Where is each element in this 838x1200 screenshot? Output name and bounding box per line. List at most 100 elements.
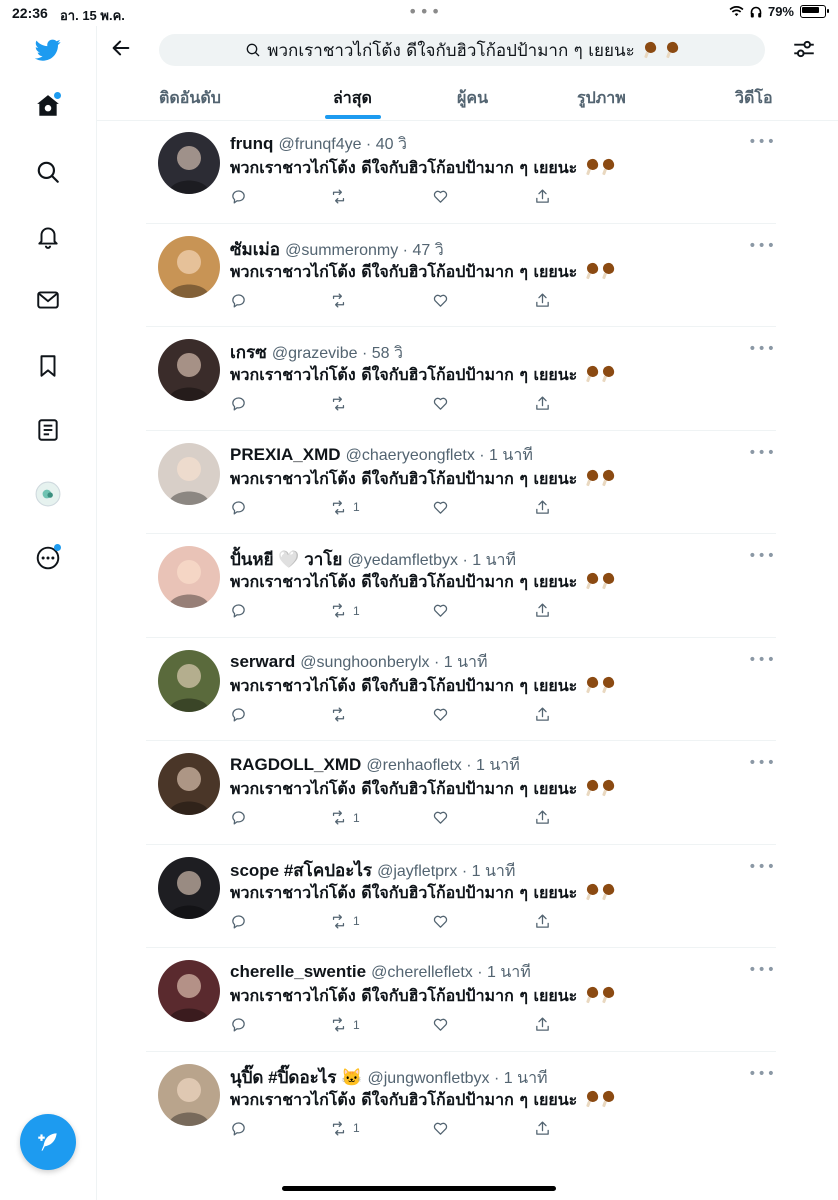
- search-filter-icon[interactable]: [791, 36, 821, 66]
- tab-photos[interactable]: รูปภาพ: [577, 86, 626, 111]
- retweet-button[interactable]: 1: [330, 1016, 360, 1033]
- avatar[interactable]: [158, 753, 220, 815]
- more-dots-icon[interactable]: •••: [748, 134, 776, 150]
- tweet[interactable]: serward @sunghoonberylx · 1 นาที ••• พวก…: [146, 638, 776, 741]
- retweet-button[interactable]: [330, 706, 353, 723]
- like-button[interactable]: [432, 1120, 449, 1137]
- like-button[interactable]: [432, 1016, 449, 1033]
- user-handle[interactable]: @yedamfletbyx: [347, 552, 458, 569]
- timestamp[interactable]: 1 นาที: [504, 1070, 548, 1087]
- timestamp[interactable]: 1 นาที: [476, 757, 520, 774]
- like-button[interactable]: [432, 913, 449, 930]
- multitask-dots-icon[interactable]: •••: [408, 2, 442, 21]
- timestamp[interactable]: 40 วิ: [376, 136, 407, 153]
- tweet[interactable]: นุปิ๊ด #ปิ๊ดอะไร 🐱 @jungwonfletbyx · 1 น…: [146, 1052, 776, 1155]
- reply-button[interactable]: [230, 395, 247, 412]
- display-name[interactable]: นุปิ๊ด #ปิ๊ดอะไร 🐱: [230, 1068, 362, 1087]
- retweet-button[interactable]: [330, 292, 353, 309]
- avatar[interactable]: [158, 546, 220, 608]
- like-button[interactable]: [432, 809, 449, 826]
- retweet-button[interactable]: 1: [330, 602, 360, 619]
- avatar[interactable]: [158, 960, 220, 1022]
- like-button[interactable]: [432, 395, 449, 412]
- retweet-button[interactable]: [330, 188, 353, 205]
- user-handle[interactable]: @frunqf4ye: [279, 136, 362, 153]
- reply-button[interactable]: [230, 602, 247, 619]
- retweet-button[interactable]: 1: [330, 1120, 360, 1137]
- more-dots-icon[interactable]: •••: [748, 341, 776, 357]
- twitter-logo-icon[interactable]: [30, 32, 66, 68]
- display-name[interactable]: PREXIA_XMD: [230, 445, 341, 464]
- reply-button[interactable]: [230, 1120, 247, 1137]
- like-button[interactable]: [432, 292, 449, 309]
- retweet-button[interactable]: 1: [330, 499, 360, 516]
- more-dots-icon[interactable]: •••: [748, 962, 776, 978]
- user-handle[interactable]: @chaeryeongfletx: [346, 447, 475, 464]
- user-handle[interactable]: @cherellefletx: [371, 964, 473, 981]
- tweet[interactable]: cherelle_swentie @cherellefletx · 1 นาที…: [146, 948, 776, 1052]
- timestamp[interactable]: 1 นาที: [487, 964, 531, 981]
- share-button[interactable]: [534, 913, 551, 930]
- search-input[interactable]: พวกเราชาวไก่โต้ง ดีใจกับฮิวโก้อปป้ามาก ๆ…: [159, 34, 765, 66]
- tab-people[interactable]: ผู้คน: [457, 86, 488, 111]
- explore-search-icon[interactable]: [30, 154, 66, 190]
- display-name[interactable]: ปั้นหยี 🤍 วาโย: [230, 550, 342, 569]
- timestamp[interactable]: 47 วิ: [412, 242, 443, 259]
- reply-button[interactable]: [230, 1016, 247, 1033]
- share-button[interactable]: [534, 602, 551, 619]
- tweet[interactable]: PREXIA_XMD @chaeryeongfletx · 1 นาที •••…: [146, 431, 776, 534]
- display-name[interactable]: cherelle_swentie: [230, 962, 366, 981]
- tweet[interactable]: ซัมเม่อ @summeronmy · 47 วิ ••• พวกเราชา…: [146, 224, 776, 327]
- tweet[interactable]: scope #สโคปอะไร @jayfletprx · 1 นาที •••…: [146, 845, 776, 948]
- home-indicator[interactable]: [282, 1186, 556, 1191]
- reply-button[interactable]: [230, 292, 247, 309]
- user-handle[interactable]: @renhaofletx: [366, 757, 461, 774]
- tweet[interactable]: frunq @frunqf4ye · 40 วิ ••• พวกเราชาวไก…: [146, 120, 776, 224]
- bookmarks-icon[interactable]: [30, 348, 66, 384]
- user-handle[interactable]: @grazevibe: [272, 345, 358, 362]
- back-arrow-icon[interactable]: [107, 34, 135, 62]
- notifications-bell-icon[interactable]: [30, 218, 66, 254]
- tweet[interactable]: RAGDOLL_XMD @renhaofletx · 1 นาที ••• พว…: [146, 741, 776, 845]
- display-name[interactable]: RAGDOLL_XMD: [230, 755, 361, 774]
- retweet-button[interactable]: 1: [330, 809, 360, 826]
- avatar[interactable]: [158, 442, 220, 505]
- display-name[interactable]: เกรซ: [230, 343, 267, 362]
- compose-tweet-button[interactable]: [20, 1114, 76, 1170]
- user-handle[interactable]: @jungwonfletbyx: [367, 1070, 489, 1087]
- tab-top[interactable]: ติดอันดับ: [159, 86, 221, 111]
- user-handle[interactable]: @jayfletprx: [377, 863, 457, 880]
- tweet[interactable]: เกรซ @grazevibe · 58 วิ ••• พวกเราชาวไก่…: [146, 327, 776, 431]
- display-name[interactable]: ซัมเม่อ: [230, 240, 280, 259]
- messages-mail-icon[interactable]: [30, 282, 66, 318]
- timestamp[interactable]: 1 นาที: [472, 552, 516, 569]
- reply-button[interactable]: [230, 499, 247, 516]
- avatar[interactable]: [158, 235, 220, 298]
- timestamp[interactable]: 58 วิ: [372, 345, 403, 362]
- timestamp[interactable]: 1 นาที: [472, 863, 516, 880]
- timestamp[interactable]: 1 นาที: [444, 654, 488, 671]
- like-button[interactable]: [432, 706, 449, 723]
- share-button[interactable]: [534, 1016, 551, 1033]
- more-dots-icon[interactable]: •••: [748, 755, 776, 771]
- more-dots-icon[interactable]: •••: [748, 1066, 776, 1082]
- like-button[interactable]: [432, 499, 449, 516]
- retweet-button[interactable]: 1: [330, 913, 360, 930]
- share-button[interactable]: [534, 809, 551, 826]
- more-options-icon[interactable]: [30, 540, 66, 576]
- avatar[interactable]: [158, 1063, 220, 1126]
- share-button[interactable]: [534, 188, 551, 205]
- display-name[interactable]: serward: [230, 652, 295, 671]
- share-button[interactable]: [534, 395, 551, 412]
- reply-button[interactable]: [230, 809, 247, 826]
- like-button[interactable]: [432, 602, 449, 619]
- display-name[interactable]: frunq: [230, 134, 273, 153]
- avatar[interactable]: [158, 132, 220, 194]
- reply-button[interactable]: [230, 706, 247, 723]
- tweet[interactable]: ปั้นหยี 🤍 วาโย @yedamfletbyx · 1 นาที ••…: [146, 534, 776, 638]
- tab-videos[interactable]: วิดีโอ: [735, 86, 773, 111]
- reply-button[interactable]: [230, 913, 247, 930]
- display-name[interactable]: scope #สโคปอะไร: [230, 861, 372, 880]
- retweet-button[interactable]: [330, 395, 353, 412]
- lists-icon[interactable]: [30, 412, 66, 448]
